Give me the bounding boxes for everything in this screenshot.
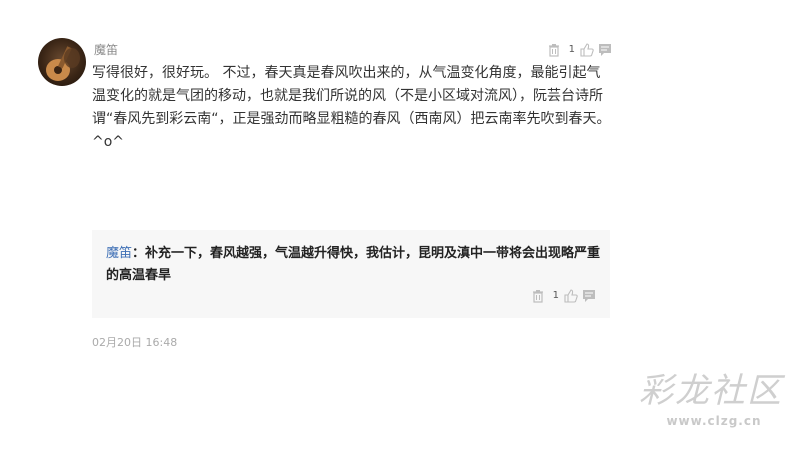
thumbs-up-icon[interactable] <box>564 288 578 303</box>
comment-actions: 1 <box>547 41 612 57</box>
reply-box: 魔笛：补充一下，春风越强，气温越升得快，我估计，昆明及滇中一带将会出现略严重的高… <box>92 230 610 318</box>
reply-text: ：补充一下，春风越强，气温越升得快，我估计，昆明及滇中一带将会出现略严重的高温春… <box>106 246 601 283</box>
reply-body: 魔笛：补充一下，春风越强，气温越升得快，我估计，昆明及滇中一带将会出现略严重的高… <box>106 243 604 287</box>
comment-timestamp: 02月20日 16:48 <box>92 336 178 349</box>
trash-icon[interactable] <box>531 288 545 303</box>
watermark-url: www.clzg.cn <box>666 414 762 428</box>
avatar[interactable] <box>38 38 86 86</box>
comment-text: 写得很好，很好玩。 不过，春天真是春风吹出来的，从气温变化角度，最能引起气温变化… <box>92 65 611 150</box>
comment-username[interactable]: 魔笛 <box>94 41 118 58</box>
site-watermark: 彩龙社区 www.clzg.cn <box>636 370 786 440</box>
reply-like-count: 1 <box>552 289 559 301</box>
comment-bubble-icon[interactable] <box>582 288 596 302</box>
reply-username[interactable]: 魔笛 <box>106 246 132 261</box>
thumbs-up-icon[interactable] <box>580 42 594 57</box>
comment-bubble-icon[interactable] <box>598 42 612 56</box>
watermark-logo: 彩龙社区 <box>639 371 783 411</box>
reply-actions: 1 <box>531 287 596 303</box>
trash-icon[interactable] <box>547 42 561 57</box>
like-count: 1 <box>568 43 575 55</box>
